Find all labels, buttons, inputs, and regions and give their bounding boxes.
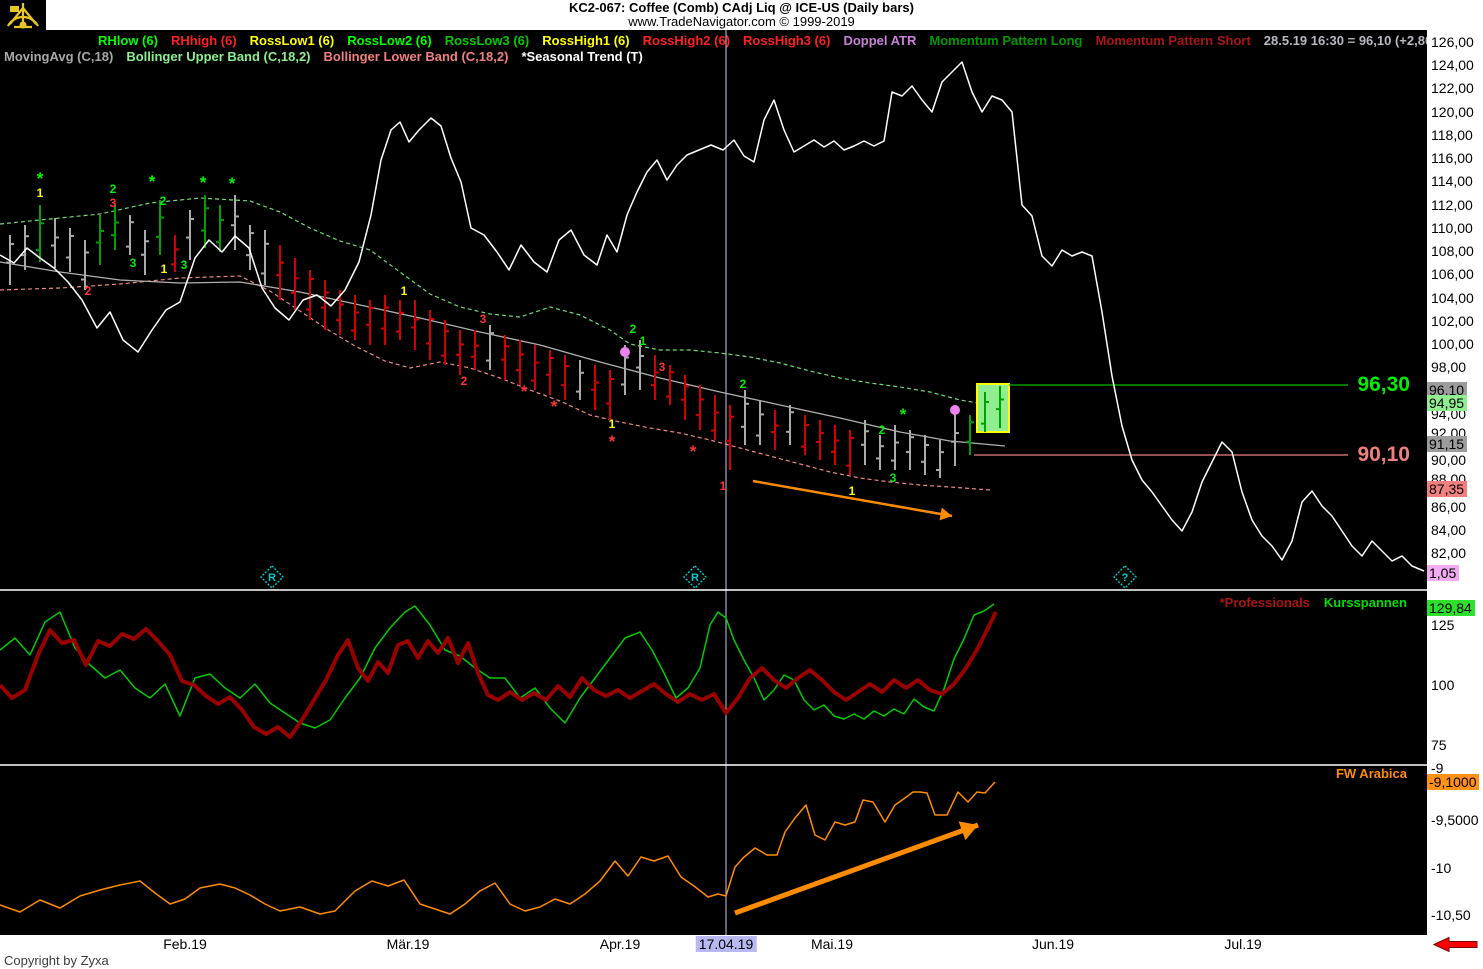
y-tick: -9,5000 (1431, 812, 1479, 828)
legend-item: RHhigh (6) (170, 33, 237, 48)
y-tick: 118,00 (1431, 127, 1473, 143)
x-axis-label: Mai.19 (810, 936, 854, 952)
y-tick: -10 (1431, 860, 1452, 876)
chart-background (0, 30, 1427, 935)
y-tick: 104,00 (1431, 290, 1474, 306)
resistance-price-label: 96,30 (1357, 373, 1410, 396)
pane2-legend-item: Kursspannen (1323, 595, 1407, 610)
legend-item: RossHigh1 (6) (542, 33, 630, 48)
pane3-legend: FW Arabica (1100, 766, 1407, 781)
legend-item: RossHigh2 (6) (642, 33, 731, 48)
y-tick: 90,00 (1431, 452, 1467, 468)
x-axis-label: Jul.19 (1224, 936, 1262, 952)
y-tick: 124,00 (1431, 57, 1474, 73)
y-tick: 86,00 (1431, 499, 1467, 515)
y-tick: 116,00 (1431, 150, 1473, 166)
y-tick: 126,00 (1431, 34, 1474, 50)
y-axis-value-badge: 87,35 (1427, 481, 1468, 497)
chart-title: KC2-067: Coffee (Comb) CAdj Liq @ ICE-US… (569, 0, 914, 15)
x-axis-label: Jun.19 (1031, 936, 1075, 952)
y-tick: 120,00 (1431, 104, 1474, 120)
y-tick: 106,00 (1431, 266, 1474, 282)
legend-item: Doppel ATR (843, 33, 917, 48)
y-tick: 122,00 (1431, 80, 1474, 96)
y-tick: -10,50 (1431, 907, 1471, 923)
y-tick: 110,00 (1431, 220, 1473, 236)
y-tick: 100,00 (1431, 336, 1474, 352)
scroll-left-arrow-icon[interactable] (1433, 937, 1479, 952)
pane2-legend-item: *Professionals (1219, 595, 1310, 610)
y-tick: 102,00 (1431, 313, 1474, 329)
legend-item: RHlow (6) (98, 33, 158, 48)
last-quote-text: 28.5.19 16:30 = 96,10 (+2,80) (1263, 33, 1437, 48)
legend-item: Momentum Pattern Short (1095, 33, 1251, 48)
legend-item: RossLow2 (6) (347, 33, 432, 48)
y-axis-value-badge: 1,05 (1427, 565, 1460, 581)
app-logo-box[interactable] (0, 0, 46, 31)
legend-item: *Seasonal Trend (T) (521, 49, 643, 64)
time-axis[interactable]: Feb.19 Mär.19 Apr.19 17.04.19 Mai.19 Jun.19 Ju… (0, 935, 1483, 952)
price-axis[interactable]: 126,00 124,00 122,00 120,00 118,00 116,00 114,… (1427, 30, 1483, 952)
y-axis-value-badge: 129,84 (1427, 600, 1475, 616)
y-tick: 108,00 (1431, 243, 1474, 259)
y-tick: 125 (1431, 617, 1455, 633)
title-bar: KC2-067: Coffee (Comb) CAdj Liq @ ICE-US… (0, 0, 1483, 31)
indicator-legend-row1: RHlow (6) RHhigh (6) RossLow1 (6) RossLow2 … (98, 33, 1437, 48)
legend-item: RossLow3 (6) (444, 33, 530, 48)
pane3-legend-item: FW Arabica (1335, 766, 1407, 781)
tradenavigator-sextant-icon (7, 3, 39, 29)
legend-item: Momentum Pattern Long (929, 33, 1083, 48)
legend-item: Bollinger Lower Band (C,18,2) (323, 49, 509, 64)
y-axis-value-badge: 94,95 (1427, 395, 1468, 411)
y-tick: 84,00 (1431, 522, 1467, 538)
site-url: www.TradeNavigator.com © 1999-2019 (628, 14, 855, 29)
y-axis-value-badge: 91,15 (1427, 436, 1468, 452)
copyright-text: Copyright by Zyxa (4, 953, 109, 968)
status-strip: Copyright by Zyxa (0, 952, 1483, 969)
legend-item: Bollinger Upper Band (C,18,2) (126, 49, 311, 64)
legend-item: RossHigh3 (6) (743, 33, 831, 48)
pane2-legend: *Professionals Kursspannen (1100, 595, 1407, 610)
x-axis-label: Apr.19 (599, 936, 641, 952)
y-axis-value-badge: -9,1000 (1427, 774, 1480, 790)
legend-item: RossLow1 (6) (249, 33, 335, 48)
y-tick: 114,00 (1431, 173, 1473, 189)
x-axis-label: Mär.19 (386, 936, 430, 952)
y-tick: 100 (1431, 677, 1455, 693)
selected-date-label: 17.04.19 (695, 936, 757, 952)
y-tick: 75 (1431, 737, 1447, 753)
x-axis-label: Feb.19 (163, 936, 207, 952)
title-wrap: KC2-067: Coffee (Comb) CAdj Liq @ ICE-US… (0, 0, 1483, 29)
indicator-legend-row2: MovingAvg (C,18) Bollinger Upper Band (C,… (4, 49, 643, 64)
trade-navigator-window: KC2-067: Coffee (Comb) CAdj Liq @ ICE-US… (0, 0, 1483, 969)
y-tick: 98,00 (1431, 359, 1467, 375)
y-tick: 112,00 (1431, 197, 1473, 213)
support-price-label: 90,10 (1357, 443, 1410, 466)
legend-item: MovingAvg (C,18) (4, 49, 114, 64)
y-tick: 82,00 (1431, 545, 1467, 561)
